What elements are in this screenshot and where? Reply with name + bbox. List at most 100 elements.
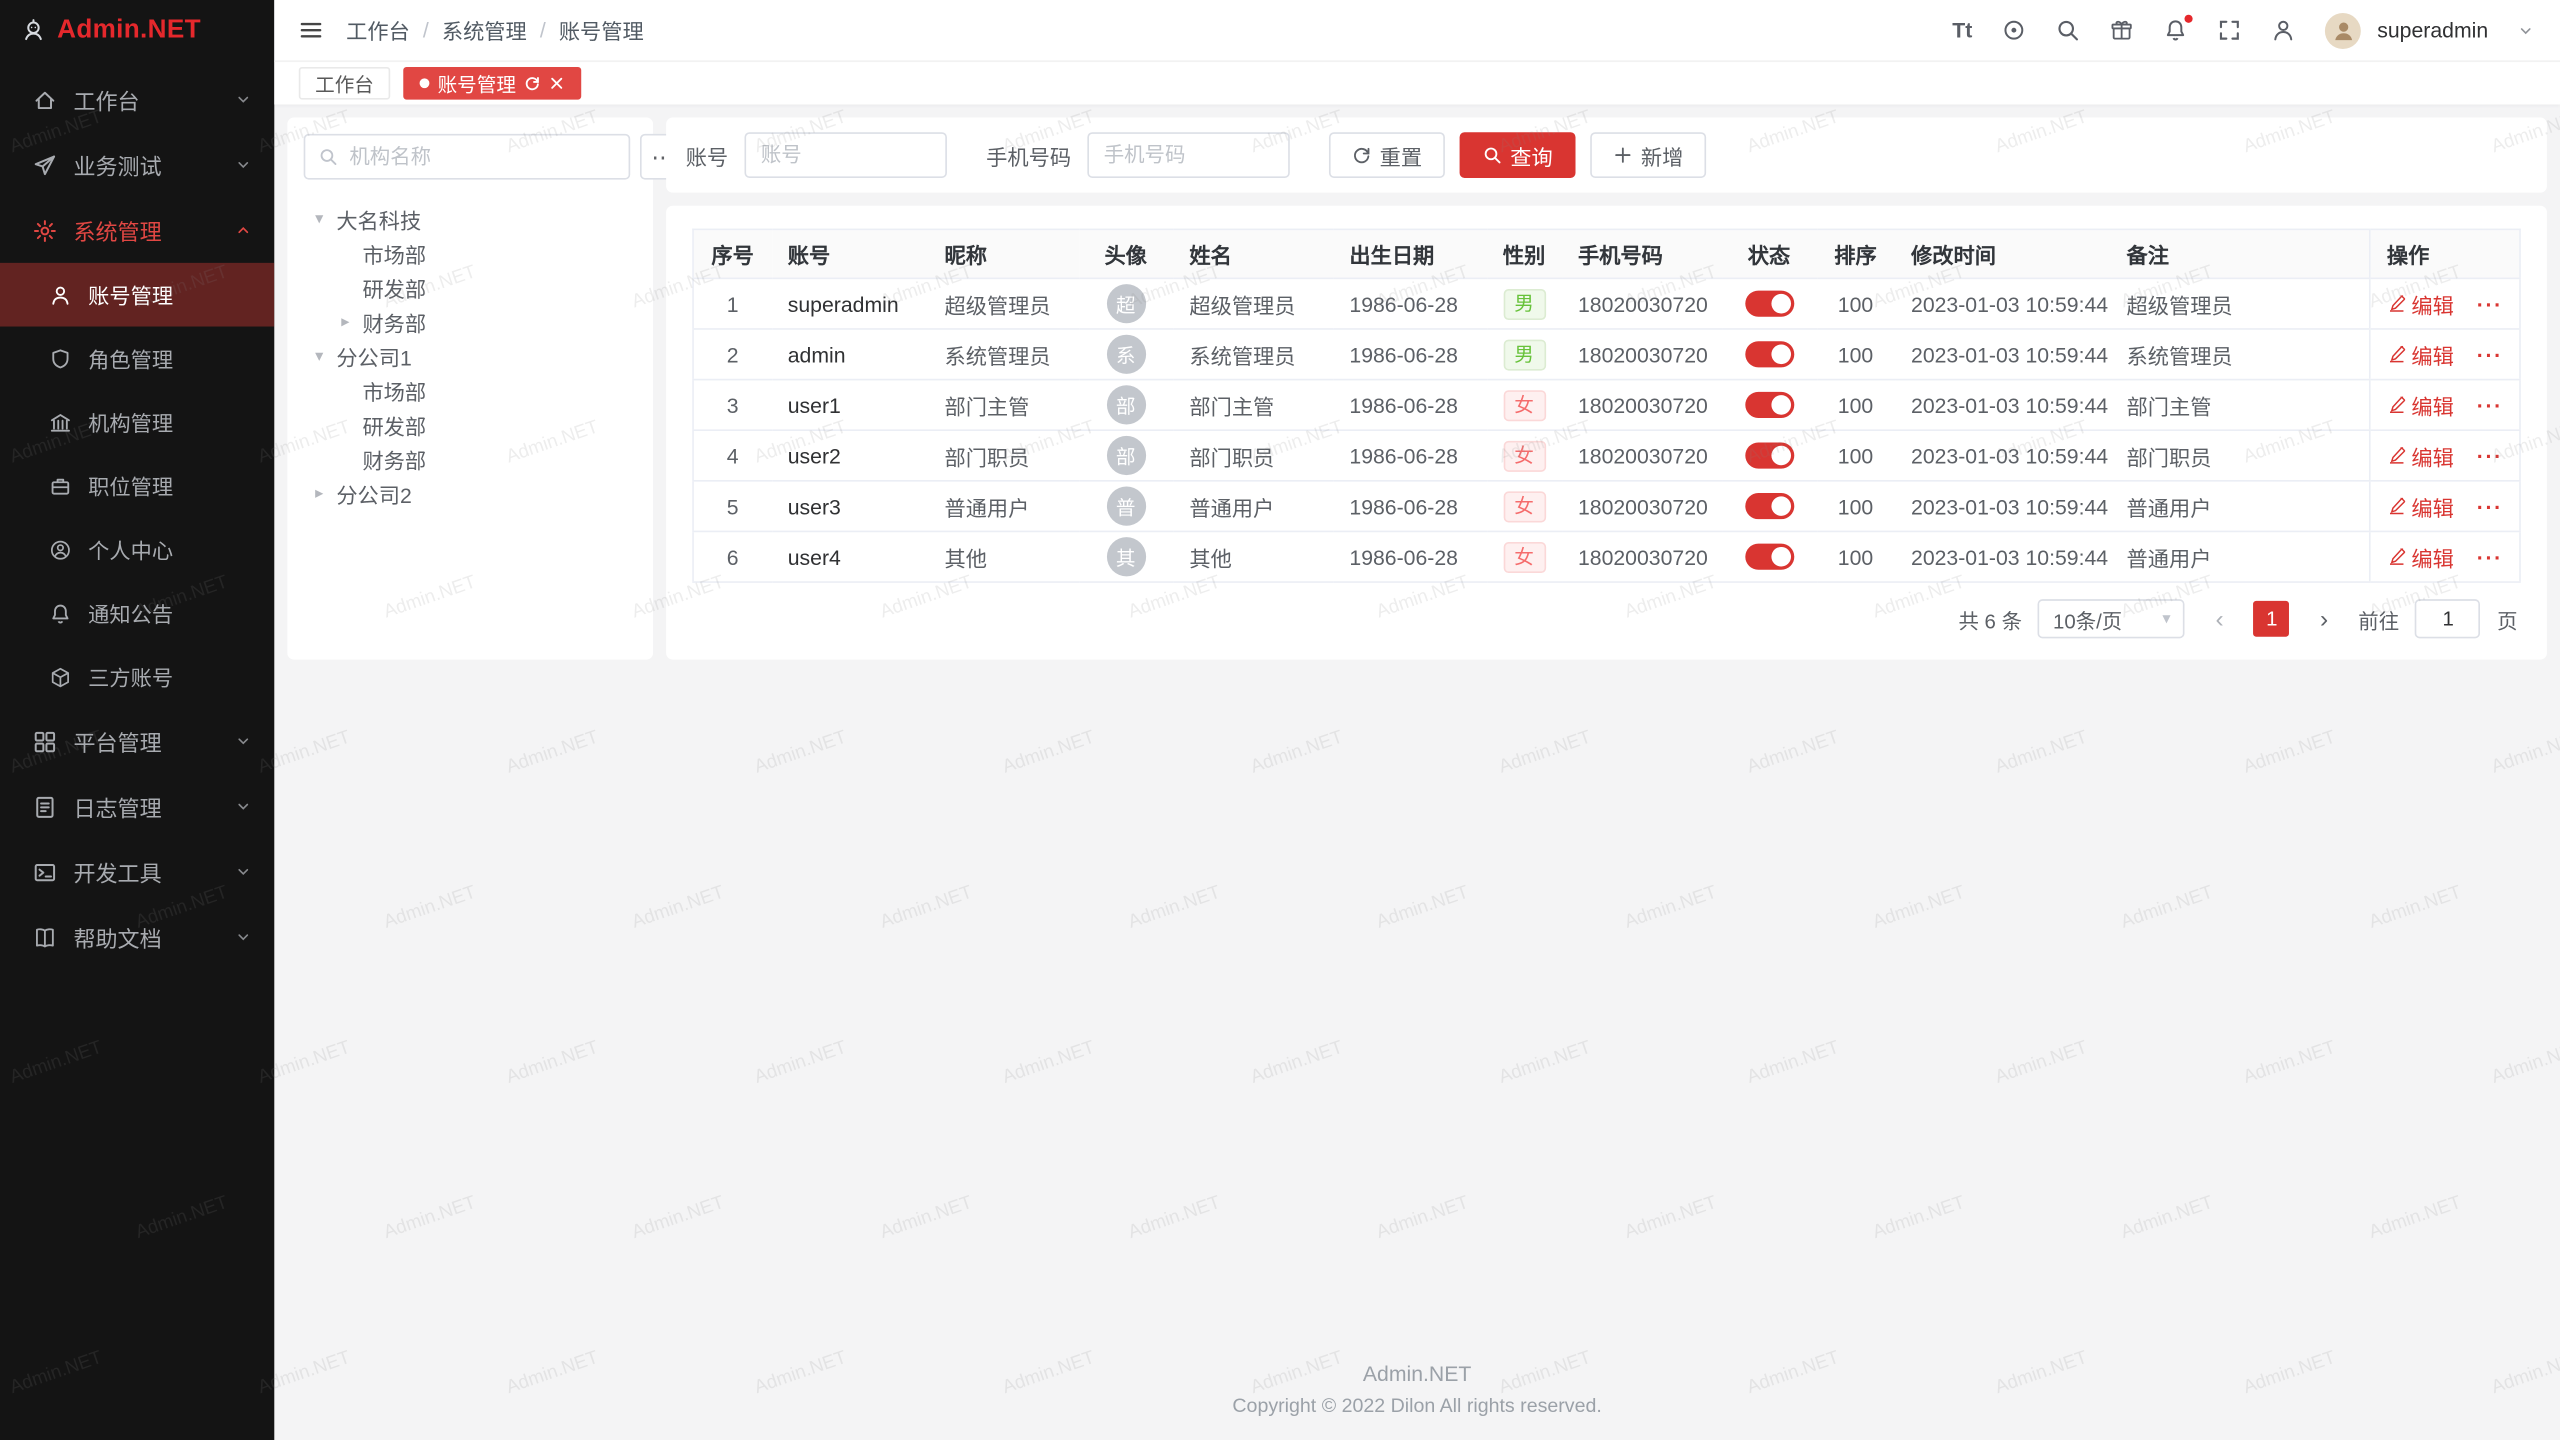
cell-order: 100 <box>1816 430 1894 481</box>
collapse-menu-icon[interactable] <box>299 18 323 42</box>
tree-node[interactable]: 财务部 <box>304 442 637 476</box>
user-icon <box>49 283 72 306</box>
account-label: 账号 <box>686 140 728 171</box>
breadcrumb-item[interactable]: 系统管理 <box>442 15 527 46</box>
edit-button[interactable]: 编辑 <box>2387 389 2454 420</box>
page-size-value: 10条/页 <box>2053 603 2122 634</box>
goto-page-input[interactable] <box>2415 599 2480 638</box>
add-button[interactable]: 新增 <box>1590 132 1706 178</box>
edit-pen-icon <box>2387 446 2407 466</box>
caret-right-icon[interactable]: ▸ <box>310 485 328 503</box>
plus-icon <box>1613 145 1633 165</box>
cell-actions: 编辑 ··· <box>2370 380 2520 431</box>
tree-node-label: 市场部 <box>362 376 426 407</box>
cell-no: 4 <box>693 430 771 481</box>
account-input[interactable] <box>745 132 947 178</box>
refresh-icon[interactable] <box>524 75 540 91</box>
breadcrumb-item[interactable]: 工作台 <box>346 15 410 46</box>
tree-node[interactable]: 市场部 <box>304 237 637 271</box>
caret-down-icon[interactable]: ▾ <box>310 211 328 229</box>
theme-icon[interactable] <box>2109 18 2133 42</box>
username[interactable]: superadmin <box>2377 18 2488 42</box>
edit-pen-icon <box>2387 344 2407 364</box>
cell-avatar: 超 <box>1078 278 1173 329</box>
tree-node[interactable]: ▸财务部 <box>304 305 637 339</box>
caret-down-icon[interactable]: ▾ <box>310 348 328 366</box>
page-size-select[interactable]: 10条/页 ▾ <box>2038 599 2185 638</box>
tree-node[interactable]: ▸分公司2 <box>304 477 637 511</box>
sidebar-item-notice[interactable]: 通知公告 <box>0 581 274 645</box>
sidebar-item-position-mgmt[interactable]: 职位管理 <box>0 454 274 518</box>
cell-phone: 18020030720 <box>1562 380 1722 431</box>
sidebar-item-help-docs[interactable]: 帮助文档 <box>0 904 274 969</box>
edit-button[interactable]: 编辑 <box>2387 288 2454 319</box>
sidebar-item-personal-center[interactable]: 个人中心 <box>0 518 274 582</box>
tree-node[interactable]: 市场部 <box>304 374 637 408</box>
row-more-button[interactable]: ··· <box>2477 544 2503 568</box>
cell-status <box>1722 329 1817 380</box>
tree-node[interactable]: ▾大名科技 <box>304 202 637 236</box>
sidebar-item-system[interactable]: 系统管理 <box>0 198 274 263</box>
breadcrumb-separator: / <box>540 18 546 42</box>
tree-node[interactable]: 研发部 <box>304 408 637 442</box>
row-more-button[interactable]: ··· <box>2477 443 2503 467</box>
row-more-button[interactable]: ··· <box>2477 494 2503 518</box>
status-toggle[interactable] <box>1744 291 1793 317</box>
profile-icon[interactable] <box>2271 18 2295 42</box>
sidebar-item-account-mgmt[interactable]: 账号管理 <box>0 263 274 327</box>
org-search-input[interactable] <box>346 144 615 170</box>
breadcrumb-item: 账号管理 <box>559 15 644 46</box>
tab-account-mgmt[interactable]: 账号管理 <box>403 67 581 100</box>
cell-account: user3 <box>771 481 928 532</box>
sidebar-item-biz-test[interactable]: 业务测试 <box>0 132 274 197</box>
reset-button[interactable]: 重置 <box>1329 132 1445 178</box>
cell-actions: 编辑 ··· <box>2370 481 2520 532</box>
status-toggle[interactable] <box>1744 544 1793 570</box>
sidebar-item-platform[interactable]: 平台管理 <box>0 709 274 774</box>
status-toggle[interactable] <box>1744 392 1793 418</box>
cell-status <box>1722 380 1817 431</box>
sidebar-item-role-mgmt[interactable]: 角色管理 <box>0 327 274 391</box>
user-avatar[interactable] <box>2325 12 2361 48</box>
sidebar-item-third-account[interactable]: 三方账号 <box>0 645 274 709</box>
tree-node[interactable]: 研发部 <box>304 271 637 305</box>
tab-workbench[interactable]: 工作台 <box>299 67 390 100</box>
close-icon[interactable] <box>549 75 565 91</box>
edit-button[interactable]: 编辑 <box>2387 491 2454 522</box>
tab-label: 工作台 <box>315 69 374 97</box>
edit-pen-icon <box>2387 294 2407 314</box>
cell-birthdate: 1986-06-28 <box>1333 329 1486 380</box>
edit-button[interactable]: 编辑 <box>2387 541 2454 572</box>
chevron-up-icon <box>235 222 251 238</box>
search-button[interactable]: 查询 <box>1460 132 1576 178</box>
sidebar-item-org-mgmt[interactable]: 机构管理 <box>0 390 274 454</box>
edit-button[interactable]: 编辑 <box>2387 440 2454 471</box>
tree-node[interactable]: ▾分公司1 <box>304 340 637 374</box>
caret-right-icon[interactable]: ▸ <box>336 313 354 331</box>
sidebar-item-workbench[interactable]: 工作台 <box>0 67 274 132</box>
edit-button[interactable]: 编辑 <box>2387 339 2454 370</box>
table-head-row: 序号账号昵称头像姓名出生日期性别手机号码状态排序修改时间备注操作 <box>693 229 2520 278</box>
fullscreen-icon[interactable] <box>2217 18 2241 42</box>
status-toggle[interactable] <box>1744 342 1793 368</box>
status-toggle[interactable] <box>1744 494 1793 520</box>
sidebar-item-logs[interactable]: 日志管理 <box>0 774 274 839</box>
font-size-icon[interactable]: Tt <box>1952 18 1972 42</box>
sidebar-item-label: 三方账号 <box>88 661 251 692</box>
cell-name: 超级管理员 <box>1173 278 1333 329</box>
row-more-button[interactable]: ··· <box>2477 393 2503 417</box>
chevron-down-icon[interactable] <box>2518 22 2534 38</box>
status-toggle[interactable] <box>1744 443 1793 469</box>
grid-icon <box>33 729 57 753</box>
prev-page-button[interactable]: ‹ <box>2202 601 2238 637</box>
phone-input[interactable] <box>1087 132 1289 178</box>
cell-order: 100 <box>1816 329 1894 380</box>
row-more-button[interactable]: ··· <box>2477 342 2503 366</box>
next-page-button[interactable]: › <box>2306 601 2342 637</box>
locale-icon[interactable] <box>2002 18 2026 42</box>
row-more-button[interactable]: ··· <box>2477 291 2503 315</box>
page-number-current[interactable]: 1 <box>2254 601 2290 637</box>
search-icon[interactable] <box>2056 18 2080 42</box>
sidebar-item-dev-tools[interactable]: 开发工具 <box>0 839 274 904</box>
notification-icon[interactable] <box>2163 18 2187 42</box>
